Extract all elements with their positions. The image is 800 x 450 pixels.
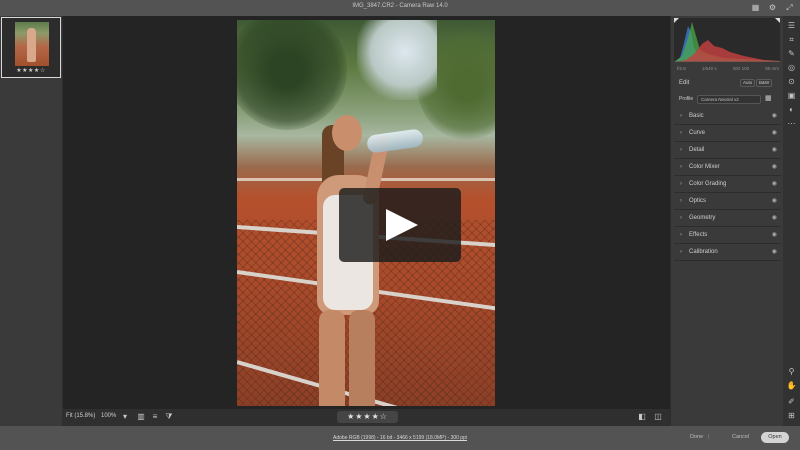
canvas-toolbar: Fit (15.8%) 100% ▾ ▥ ≡ ⧩ ★★★★☆ ◧ ◫ xyxy=(63,409,670,426)
gear-icon[interactable]: ⚙ xyxy=(768,3,777,12)
chevron-right-icon: › xyxy=(680,249,682,255)
eye-icon[interactable]: ◉ xyxy=(772,142,777,158)
profile-dropdown[interactable]: Camera Neutral v2 xyxy=(697,95,761,104)
filmstrip-toggle-icon[interactable]: ▥ xyxy=(136,412,146,422)
bw-button[interactable]: B&W xyxy=(756,79,773,87)
heal-brush-icon[interactable]: ✎ xyxy=(786,48,797,59)
expand-icon[interactable]: ⤢ xyxy=(785,3,794,12)
shadow-clipping-indicator[interactable] xyxy=(674,18,679,23)
filter-icon[interactable]: ⧩ xyxy=(164,412,174,422)
chevron-down-icon[interactable]: ▾ xyxy=(120,412,130,422)
section-detail[interactable]: › Detail ◉ xyxy=(674,142,781,159)
hand-icon[interactable]: ✋ xyxy=(786,380,797,391)
more-icon[interactable]: ⋯ xyxy=(786,118,797,129)
section-label: Calibration xyxy=(689,249,718,255)
profile-row: Profile Camera Neutral v2 ▦ xyxy=(679,94,779,106)
color-sampler-icon[interactable]: ✐ xyxy=(786,396,797,407)
chevron-right-icon: › xyxy=(680,164,682,170)
histogram-graph xyxy=(674,22,780,62)
histogram xyxy=(674,18,780,62)
eye-icon[interactable]: ◉ xyxy=(772,244,777,260)
section-curve[interactable]: › Curve ◉ xyxy=(674,125,781,142)
iso-value: ISO 100 xyxy=(732,66,750,71)
section-label: Effects xyxy=(689,232,708,238)
chevron-right-icon: › xyxy=(680,181,682,187)
chevron-right-icon: › xyxy=(680,232,682,238)
red-eye-icon[interactable]: ⊙ xyxy=(786,76,797,87)
zoom-dropdown[interactable]: 100% xyxy=(101,413,116,419)
title-bar: IMG_3847.CR2 - Camera Raw 14.0 ▦ ⚙ ⤢ xyxy=(0,0,800,16)
auto-button[interactable]: Auto xyxy=(740,79,756,87)
footer-bar: Adobe RGB (1998) - 16 bit - 3466 x 5199 … xyxy=(0,426,800,450)
eye-icon[interactable]: ◉ xyxy=(772,227,777,243)
thumbnail-rating: ★★★★☆ xyxy=(16,68,46,74)
section-optics[interactable]: › Optics ◉ xyxy=(674,193,781,210)
histogram-metadata: f/2.8 1/640 s ISO 100 85 mm xyxy=(677,66,779,71)
focal-length-value: 85 mm xyxy=(765,66,779,71)
eye-icon[interactable]: ◉ xyxy=(772,210,777,226)
section-label: Color Grading xyxy=(689,181,727,187)
mask-icon[interactable]: ◎ xyxy=(786,62,797,73)
done-button[interactable]: Done xyxy=(690,432,703,443)
photo-sky xyxy=(357,20,437,100)
chevron-right-icon: › xyxy=(680,113,682,119)
open-button[interactable]: Open xyxy=(761,432,789,443)
tool-strip: ☰ ⌗ ✎ ◎ ⊙ ▣ ◐ ⋯ ⚲ ✋ ✐ ⊞ xyxy=(783,16,800,426)
profile-browser-icon[interactable]: ▦ xyxy=(765,94,772,102)
edit-tool-icon[interactable]: ☰ xyxy=(786,20,797,31)
crop-icon[interactable]: ⌗ xyxy=(786,34,797,45)
cancel-button[interactable]: Cancel xyxy=(732,432,749,443)
edit-label: Edit xyxy=(679,80,690,86)
section-label: Color Mixer xyxy=(689,164,720,170)
section-geometry[interactable]: › Geometry ◉ xyxy=(674,210,781,227)
section-color-grading[interactable]: › Color Grading ◉ xyxy=(674,176,781,193)
aperture-value: f/2.8 xyxy=(677,66,686,71)
highlight-clipping-indicator[interactable] xyxy=(775,18,780,23)
section-calibration[interactable]: › Calibration ◉ xyxy=(674,244,781,261)
snapshots-icon[interactable]: ▣ xyxy=(786,90,797,101)
separator: | xyxy=(708,434,710,440)
chevron-right-icon: › xyxy=(680,130,682,136)
filmstrip: ★★★★☆ xyxy=(0,16,63,426)
play-icon xyxy=(386,209,418,241)
section-label: Detail xyxy=(689,147,705,153)
profile-label: Profile xyxy=(679,96,694,102)
workflow-options-link[interactable]: Adobe RGB (1998) - 16 bit - 3466 x 5199 … xyxy=(0,435,800,441)
presets-icon[interactable]: ◐ xyxy=(786,104,797,115)
zoom-fit-label[interactable]: Fit (15.8%) xyxy=(66,413,95,419)
section-label: Optics xyxy=(689,198,707,204)
filmstrip-thumbnail[interactable]: ★★★★☆ xyxy=(1,17,61,78)
eye-icon[interactable]: ◉ xyxy=(772,125,777,141)
sort-icon[interactable]: ≡ xyxy=(150,412,160,422)
eye-icon[interactable]: ◉ xyxy=(772,159,777,175)
eye-icon[interactable]: ◉ xyxy=(772,193,777,209)
section-effects[interactable]: › Effects ◉ xyxy=(674,227,781,244)
chevron-right-icon: › xyxy=(680,215,682,221)
edit-sections: › Basic ◉ › Curve ◉ › Detail ◉ › Color Mixer ◉ ›… xyxy=(674,108,781,261)
chevron-right-icon: › xyxy=(680,147,682,153)
grid-icon[interactable]: ▦ xyxy=(751,3,760,12)
section-label: Basic xyxy=(689,113,704,119)
window-title: IMG_3847.CR2 - Camera Raw 14.0 xyxy=(352,3,448,9)
eye-icon[interactable]: ◉ xyxy=(772,176,777,192)
edit-header: Edit Auto B&W xyxy=(679,79,779,87)
section-color-mixer[interactable]: › Color Mixer ◉ xyxy=(674,159,781,176)
image-rating[interactable]: ★★★★☆ xyxy=(337,411,398,423)
grid-overlay-icon[interactable]: ⊞ xyxy=(786,410,797,421)
shutter-value: 1/640 s xyxy=(701,66,717,71)
thumbnail-image xyxy=(15,22,49,66)
before-after-icon[interactable]: ◧ xyxy=(637,412,647,422)
chevron-right-icon: › xyxy=(680,198,682,204)
photo-tree-left xyxy=(237,20,347,130)
section-label: Curve xyxy=(689,130,706,136)
eye-icon[interactable]: ◉ xyxy=(772,108,777,124)
compare-view-icon[interactable]: ◫ xyxy=(653,412,663,422)
zoom-icon[interactable]: ⚲ xyxy=(786,366,797,377)
video-play-button[interactable] xyxy=(339,188,461,262)
section-basic[interactable]: › Basic ◉ xyxy=(674,108,781,125)
edit-panel: f/2.8 1/640 s ISO 100 85 mm Edit Auto B&… xyxy=(670,16,783,426)
section-label: Geometry xyxy=(689,215,716,221)
